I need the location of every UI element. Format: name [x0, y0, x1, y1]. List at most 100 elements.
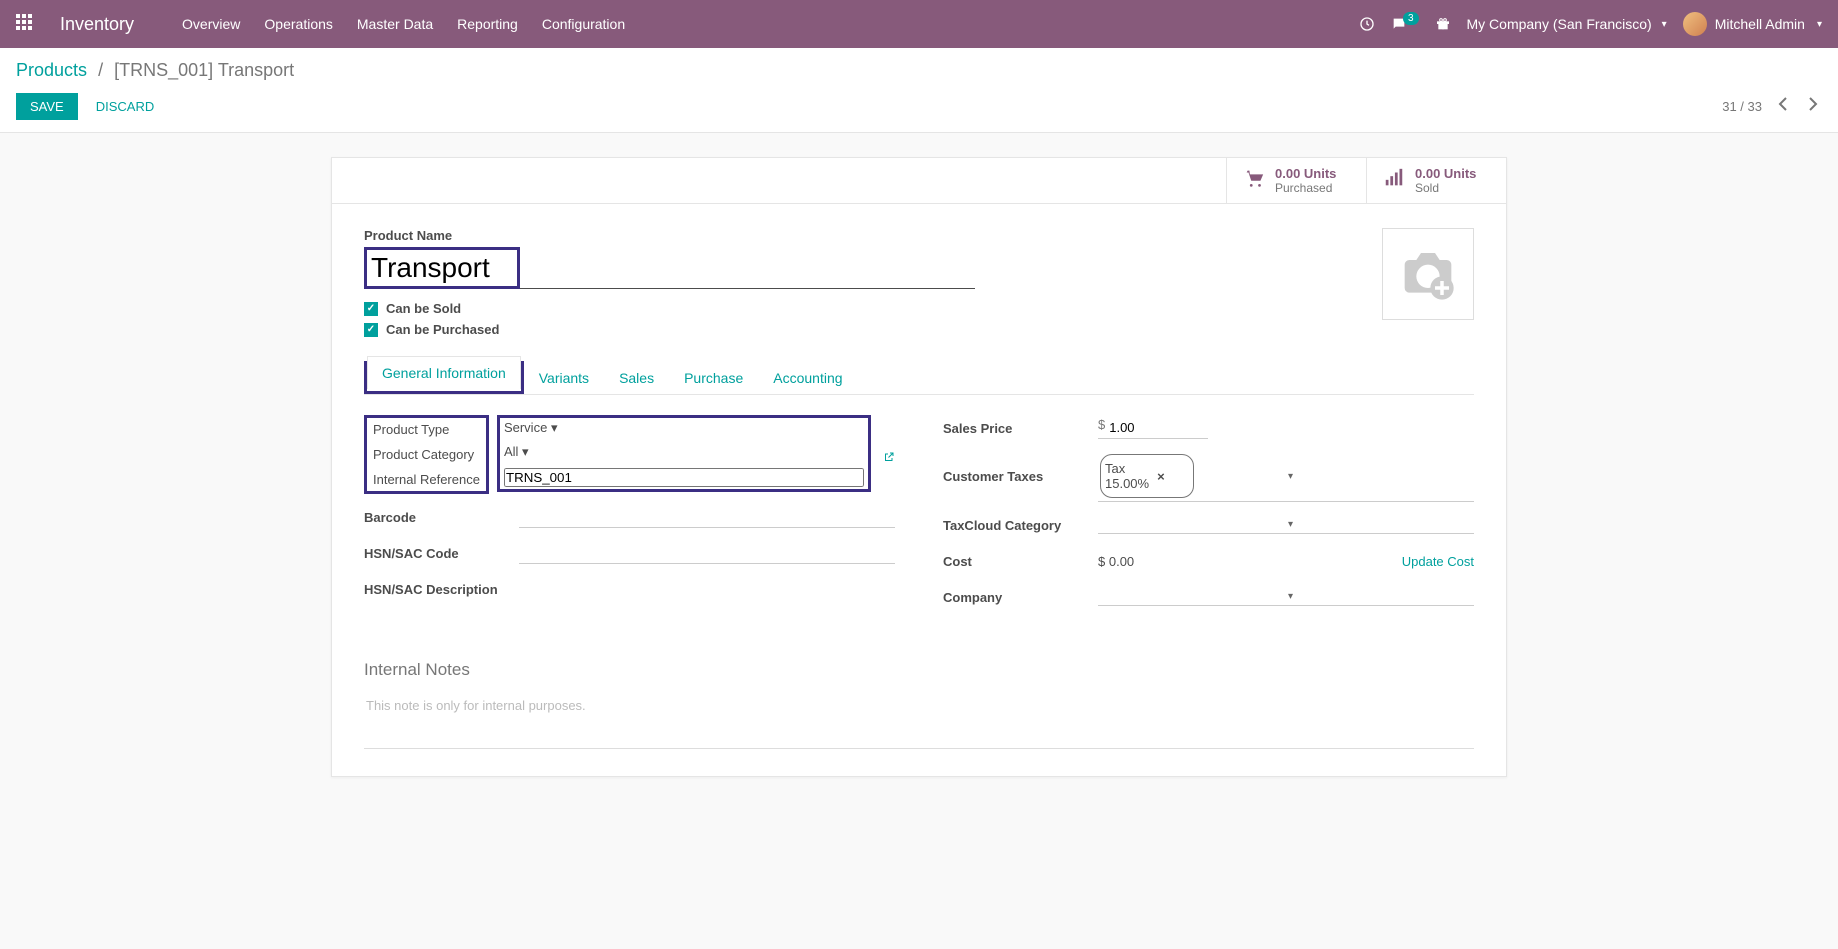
- sales-price-input[interactable]: [1107, 417, 1208, 438]
- company-select[interactable]: ▾: [1098, 588, 1474, 606]
- form-sheet: 0.00 Units Purchased 0.00 Units Sold Pro…: [331, 157, 1507, 777]
- internal-notes-textarea[interactable]: [364, 692, 1474, 749]
- customer-taxes-label: Customer Taxes: [943, 469, 1098, 484]
- taxcloud-label: TaxCloud Category: [943, 518, 1098, 533]
- sales-price-label: Sales Price: [943, 421, 1098, 436]
- cart-icon: [1243, 167, 1265, 195]
- pager-text: 31 / 33: [1722, 99, 1762, 114]
- company-name: My Company (San Francisco): [1467, 16, 1652, 32]
- product-name-input[interactable]: [367, 250, 517, 286]
- can-be-purchased-label: Can be Purchased: [386, 322, 499, 337]
- chevron-down-icon: ▾: [1286, 516, 1474, 533]
- app-brand[interactable]: Inventory: [60, 14, 134, 35]
- company-value: [1098, 594, 1286, 600]
- menu-reporting[interactable]: Reporting: [457, 16, 518, 32]
- apps-icon[interactable]: [16, 14, 36, 34]
- chevron-down-icon: ▾: [1286, 468, 1474, 485]
- remove-tag-icon[interactable]: ×: [1155, 466, 1190, 487]
- taxcloud-select[interactable]: ▾: [1098, 516, 1474, 534]
- tab-variants[interactable]: Variants: [524, 361, 604, 394]
- bars-icon: [1383, 167, 1405, 195]
- check-icon: ✓: [364, 323, 378, 337]
- tab-purchase[interactable]: Purchase: [669, 361, 758, 394]
- company-label: Company: [943, 590, 1098, 605]
- tab-general-highlight: General Information: [364, 361, 524, 394]
- stat-bar: 0.00 Units Purchased 0.00 Units Sold: [332, 158, 1506, 204]
- can-be-sold-label: Can be Sold: [386, 301, 461, 316]
- stat-sold-value: 0.00 Units: [1415, 166, 1476, 181]
- barcode-label: Barcode: [364, 510, 519, 525]
- tabs: General Information Variants Sales Purch…: [364, 361, 1474, 395]
- user-menu[interactable]: Mitchell Admin: [1683, 12, 1822, 36]
- stat-purchased[interactable]: 0.00 Units Purchased: [1226, 158, 1366, 203]
- tab-accounting[interactable]: Accounting: [758, 361, 857, 394]
- tab-general-information[interactable]: General Information: [367, 356, 521, 389]
- hsn-input[interactable]: [519, 542, 895, 564]
- gift-icon[interactable]: [1435, 16, 1451, 32]
- breadcrumb-sep: /: [98, 60, 103, 80]
- product-name-highlight: [364, 247, 520, 289]
- can-be-purchased-checkbox[interactable]: ✓ Can be Purchased: [364, 322, 1382, 337]
- breadcrumb-current: [TRNS_001] Transport: [114, 60, 294, 80]
- discard-button[interactable]: DISCARD: [86, 93, 165, 120]
- pager-prev-icon[interactable]: [1774, 93, 1792, 120]
- top-navbar: Inventory Overview Operations Master Dat…: [0, 0, 1838, 48]
- avatar: [1683, 12, 1707, 36]
- stat-sold-label: Sold: [1415, 181, 1476, 195]
- tax-tag[interactable]: Tax 15.00% ×: [1100, 454, 1194, 498]
- left-labels-highlight: Product Type Product Category Internal R…: [364, 415, 489, 494]
- product-category-label: Product Category: [373, 447, 480, 462]
- can-be-sold-checkbox[interactable]: ✓ Can be Sold: [364, 301, 1382, 316]
- menu-master-data[interactable]: Master Data: [357, 16, 433, 32]
- messages-icon[interactable]: 3: [1391, 16, 1419, 32]
- navbar-right: 3 My Company (San Francisco) Mitchell Ad…: [1359, 12, 1822, 36]
- external-link-icon[interactable]: [883, 451, 895, 466]
- menu-overview[interactable]: Overview: [182, 16, 240, 32]
- control-panel: Products / [TRNS_001] Transport SAVE DIS…: [0, 48, 1838, 133]
- taxcloud-value: [1098, 522, 1286, 528]
- product-image-upload[interactable]: [1382, 228, 1474, 320]
- menu-configuration[interactable]: Configuration: [542, 16, 625, 32]
- chevron-down-icon: ▾: [522, 444, 529, 459]
- stat-purchased-label: Purchased: [1275, 181, 1336, 195]
- barcode-input[interactable]: [519, 506, 895, 528]
- user-name: Mitchell Admin: [1715, 16, 1805, 32]
- cost-label: Cost: [943, 554, 1098, 569]
- internal-notes-title: Internal Notes: [364, 660, 1474, 680]
- sales-price-currency: $: [1098, 417, 1105, 438]
- hsn-label: HSN/SAC Code: [364, 546, 519, 561]
- main-menu: Overview Operations Master Data Reportin…: [182, 16, 1359, 32]
- left-fields-highlight: Service ▾ All ▾: [497, 415, 871, 492]
- tab-content-general: Product Type Product Category Internal R…: [364, 395, 1474, 620]
- menu-operations[interactable]: Operations: [264, 16, 332, 32]
- tax-tag-label: Tax 15.00%: [1103, 458, 1151, 494]
- clock-icon[interactable]: [1359, 16, 1375, 32]
- cost-currency: $: [1098, 554, 1105, 569]
- hsn-desc-label: HSN/SAC Description: [364, 582, 519, 597]
- company-selector[interactable]: My Company (San Francisco): [1467, 16, 1667, 32]
- breadcrumb-parent[interactable]: Products: [16, 60, 87, 80]
- stat-purchased-value: 0.00 Units: [1275, 166, 1336, 181]
- chevron-down-icon: ▾: [1286, 588, 1474, 605]
- update-cost-link[interactable]: Update Cost: [1402, 554, 1474, 569]
- tab-sales[interactable]: Sales: [604, 361, 669, 394]
- chevron-down-icon: ▾: [551, 420, 558, 435]
- form-container: 0.00 Units Purchased 0.00 Units Sold Pro…: [0, 133, 1838, 801]
- pager-next-icon[interactable]: [1804, 93, 1822, 120]
- internal-reference-label: Internal Reference: [373, 472, 480, 487]
- customer-taxes-select[interactable]: Tax 15.00% × ▾: [1098, 451, 1474, 502]
- product-type-select[interactable]: Service ▾: [504, 420, 864, 436]
- check-icon: ✓: [364, 302, 378, 316]
- stat-sold[interactable]: 0.00 Units Sold: [1366, 158, 1506, 203]
- breadcrumb: Products / [TRNS_001] Transport: [16, 60, 1822, 81]
- product-category-select[interactable]: All ▾: [504, 444, 864, 460]
- cost-value: 0.00: [1109, 554, 1134, 569]
- product-name-label: Product Name: [364, 228, 1382, 243]
- save-button[interactable]: SAVE: [16, 93, 78, 120]
- general-left-column: Product Type Product Category Internal R…: [364, 415, 895, 620]
- general-right-column: Sales Price $ Customer Taxes: [943, 415, 1474, 620]
- messages-badge: 3: [1403, 12, 1419, 25]
- product-category-value: All: [504, 444, 518, 459]
- internal-reference-input[interactable]: [504, 468, 864, 487]
- camera-plus-icon: [1400, 246, 1456, 302]
